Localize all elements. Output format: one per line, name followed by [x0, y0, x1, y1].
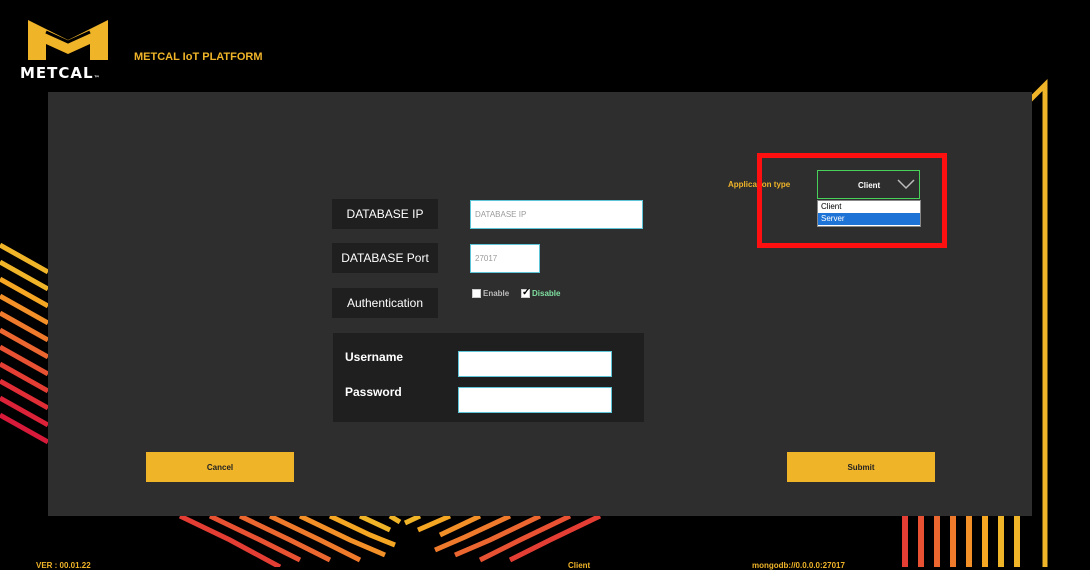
enable-checkbox[interactable] [472, 289, 481, 298]
enable-label: Enable [483, 289, 510, 298]
disable-checkbox[interactable] [521, 287, 530, 298]
password-input[interactable] [458, 387, 612, 413]
database-ip-input[interactable] [470, 200, 643, 229]
username-input[interactable] [458, 351, 612, 377]
highlight-box [757, 153, 947, 248]
password-label: Password [345, 385, 402, 399]
version-text: VER : 00.01.22 [36, 561, 91, 570]
submit-button[interactable]: Submit [787, 452, 935, 482]
authentication-label: Authentication [332, 288, 438, 318]
mode-text: Client [568, 561, 591, 570]
database-port-label: DATABASE Port [332, 243, 438, 273]
database-ip-label: DATABASE IP [332, 199, 438, 229]
username-label: Username [345, 350, 404, 364]
platform-title: METCAL IoT PLATFORM [134, 51, 263, 63]
database-port-input[interactable] [470, 244, 540, 273]
auth-enable-option[interactable]: Enable [472, 289, 509, 298]
logo-text: METCAL™ [20, 64, 101, 82]
auth-disable-option[interactable]: Disable [521, 287, 561, 298]
connection-text: mongodb://0.0.0.0:27017 [752, 561, 845, 570]
cancel-button[interactable]: Cancel [146, 452, 294, 482]
disable-label: Disable [532, 289, 561, 298]
